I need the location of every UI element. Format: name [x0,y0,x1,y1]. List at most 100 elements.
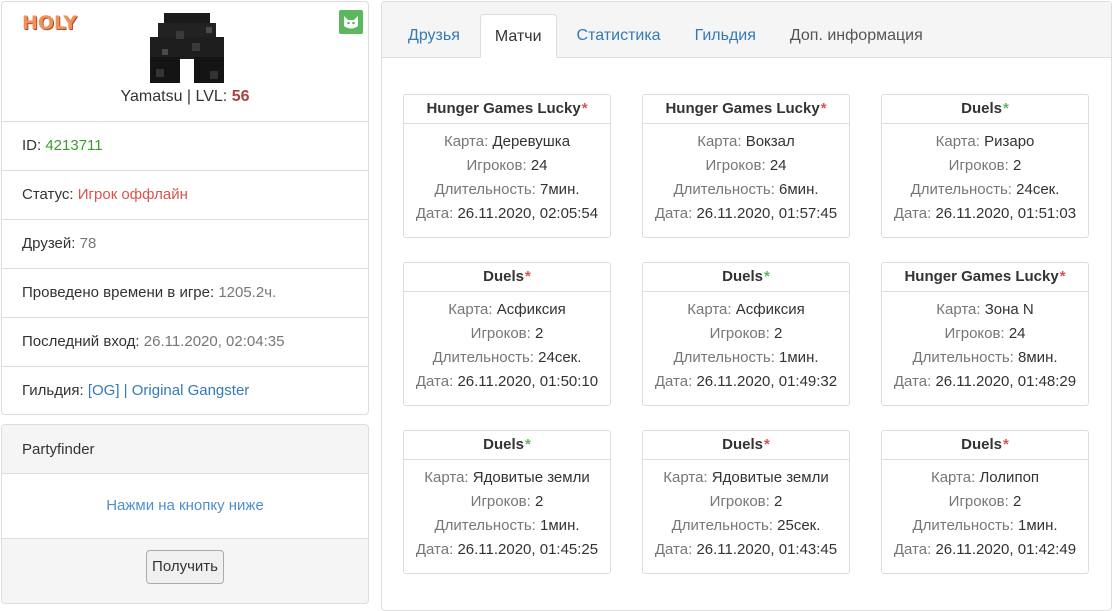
guild-label: Гильдия: [22,382,88,399]
match-details: Карта: Зона N Игроков: 24 Длительность: 8м… [882,292,1088,394]
match-title: Duels* [882,95,1088,124]
tab-matches[interactable]: Матчи [479,14,557,58]
match-players-value: 2 [534,325,544,342]
match-date-value: 26.11.2020, 01:43:45 [696,541,838,558]
match-date-line: Дата: 26.11.2020, 01:49:32 [643,370,849,394]
match-players-value: 2 [773,325,783,342]
match-date-line: Дата: 26.11.2020, 01:45:25 [404,538,610,562]
match-duration-line: Длительность: 1мин. [882,514,1088,538]
match-details: Карта: Лолипоп Игроков: 2 Длительность: 1м… [882,460,1088,562]
match-players-value: 24 [1008,325,1026,342]
match-duration-value: 1мин. [779,349,819,366]
match-date-line: Дата: 26.11.2020, 01:43:45 [643,538,849,562]
match-mode: Duels [961,436,1002,453]
match-title: Hunger Games Lucky* [643,95,849,124]
match-players-label: Игроков: [470,325,535,342]
loss-star-icon: * [581,100,588,117]
match-duration-line: Длительность: 1мин. [643,346,849,370]
profile-tabs-panel: Друзья Матчи Статистика Гильдия Доп. инф… [381,1,1112,611]
tab-statistics[interactable]: Статистика [563,14,675,57]
match-date-line: Дата: 26.11.2020, 01:42:49 [882,538,1088,562]
match-duration-value: 1мин. [1018,517,1058,534]
match-card: Hunger Games Lucky* Карта: Зона N Игроков:… [881,262,1089,406]
status-label: Статус: [22,186,78,203]
id-label: ID: [22,137,46,154]
match-date-line: Дата: 26.11.2020, 02:05:54 [404,202,610,226]
match-players-label: Игроков: [948,493,1013,510]
match-date-line: Дата: 26.11.2020, 01:50:10 [404,370,610,394]
win-star-icon: * [525,436,531,453]
match-duration-label: Длительность: [912,517,1019,534]
tab-friends[interactable]: Друзья [394,14,474,57]
match-duration-value: 25сек. [777,517,821,534]
match-duration-label: Длительность: [673,181,780,198]
cat-face-icon[interactable] [339,10,363,34]
match-players-label: Игроков: [948,157,1013,174]
match-mode: Hunger Games Lucky [665,100,820,117]
match-mode: Duels [483,436,524,453]
match-duration-value: 6мин. [779,181,819,198]
match-map-label: Карта: [443,133,493,150]
loss-star-icon: * [525,268,531,285]
match-duration-value: 1мин. [540,517,580,534]
match-date-label: Дата: [654,373,697,390]
tab-guild[interactable]: Гильдия [681,14,770,57]
get-button[interactable]: Получить [146,550,224,584]
match-details: Карта: Ризаро Игроков: 2 Длительность: 24с… [882,124,1088,226]
name-separator: | [182,88,196,105]
match-players-label: Игроков: [944,325,1009,342]
match-players-line: Игроков: 2 [882,154,1088,178]
match-duration-label: Длительность: [434,181,541,198]
match-card: Hunger Games Lucky* Карта: Деревушка Игрок… [403,94,611,238]
match-card: Duels* Карта: Асфиксия Игроков: 2 Длительно… [642,262,850,406]
profile-panel: HOLY Yamatsu | LVL: 56 ID: 4213711 Стату… [1,1,369,415]
match-date-value: 26.11.2020, 01:42:49 [935,541,1077,558]
match-duration-line: Длительность: 6мин. [643,178,849,202]
match-title: Hunger Games Lucky* [404,95,610,124]
match-map-value: Вокзал [745,133,795,150]
player-nickname: Yamatsu [120,88,183,105]
match-map-label: Карта: [424,469,473,486]
match-details: Карта: Ядовитые земли Игроков: 2 Длительно… [404,460,610,562]
match-mode: Duels [961,100,1002,117]
match-duration-value: 8мин. [1018,349,1058,366]
guild-link[interactable]: [OG] | Original Gangster [88,382,249,399]
match-map-label: Карта: [930,469,980,486]
match-players-label: Игроков: [470,493,535,510]
match-duration-line: Длительность: 24сек. [404,346,610,370]
match-card: Duels* Карта: Ядовитые земли Игроков: 2 Дли… [403,430,611,574]
match-map-line: Карта: Ядовитые земли [643,466,849,490]
match-card: Duels* Карта: Ризаро Игроков: 2 Длительност… [881,94,1089,238]
match-map-line: Карта: Лолипоп [882,466,1088,490]
match-mode: Hunger Games Lucky [904,268,1059,285]
match-mode: Duels [483,268,524,285]
match-title: Duels* [882,431,1088,460]
playtime-row: Проведено времени в игре: 1205.2ч. [2,269,368,318]
match-players-value: 2 [534,493,544,510]
tab-extra-info[interactable]: Доп. информация [776,14,937,57]
match-mode: Duels [722,436,763,453]
match-date-value: 26.11.2020, 01:49:32 [696,373,838,390]
match-date-value: 26.11.2020, 01:45:25 [457,541,599,558]
match-map-line: Карта: Зона N [882,298,1088,322]
match-players-line: Игроков: 24 [882,322,1088,346]
match-players-line: Игроков: 2 [404,490,610,514]
match-map-label: Карта: [663,469,712,486]
level-label: LVL: [195,88,232,105]
match-map-value: Ризаро [984,133,1035,150]
match-date-label: Дата: [893,373,936,390]
last-login-value: 26.11.2020, 02:04:35 [143,333,285,350]
match-players-line: Игроков: 2 [404,322,610,346]
match-date-value: 26.11.2020, 02:05:54 [457,205,599,222]
match-title: Duels* [404,431,610,460]
level-value: 56 [231,88,250,105]
match-map-line: Карта: Асфиксия [404,298,610,322]
match-map-line: Карта: Асфиксия [643,298,849,322]
playtime-label: Проведено времени в игре: [22,284,219,301]
match-players-label: Игроков: [466,157,531,174]
id-row: ID: 4213711 [2,122,368,171]
match-players-line: Игроков: 2 [643,490,849,514]
partyfinder-title: Partyfinder [2,425,368,474]
match-map-label: Карта: [687,301,736,318]
match-map-value: Асфиксия [735,301,805,318]
